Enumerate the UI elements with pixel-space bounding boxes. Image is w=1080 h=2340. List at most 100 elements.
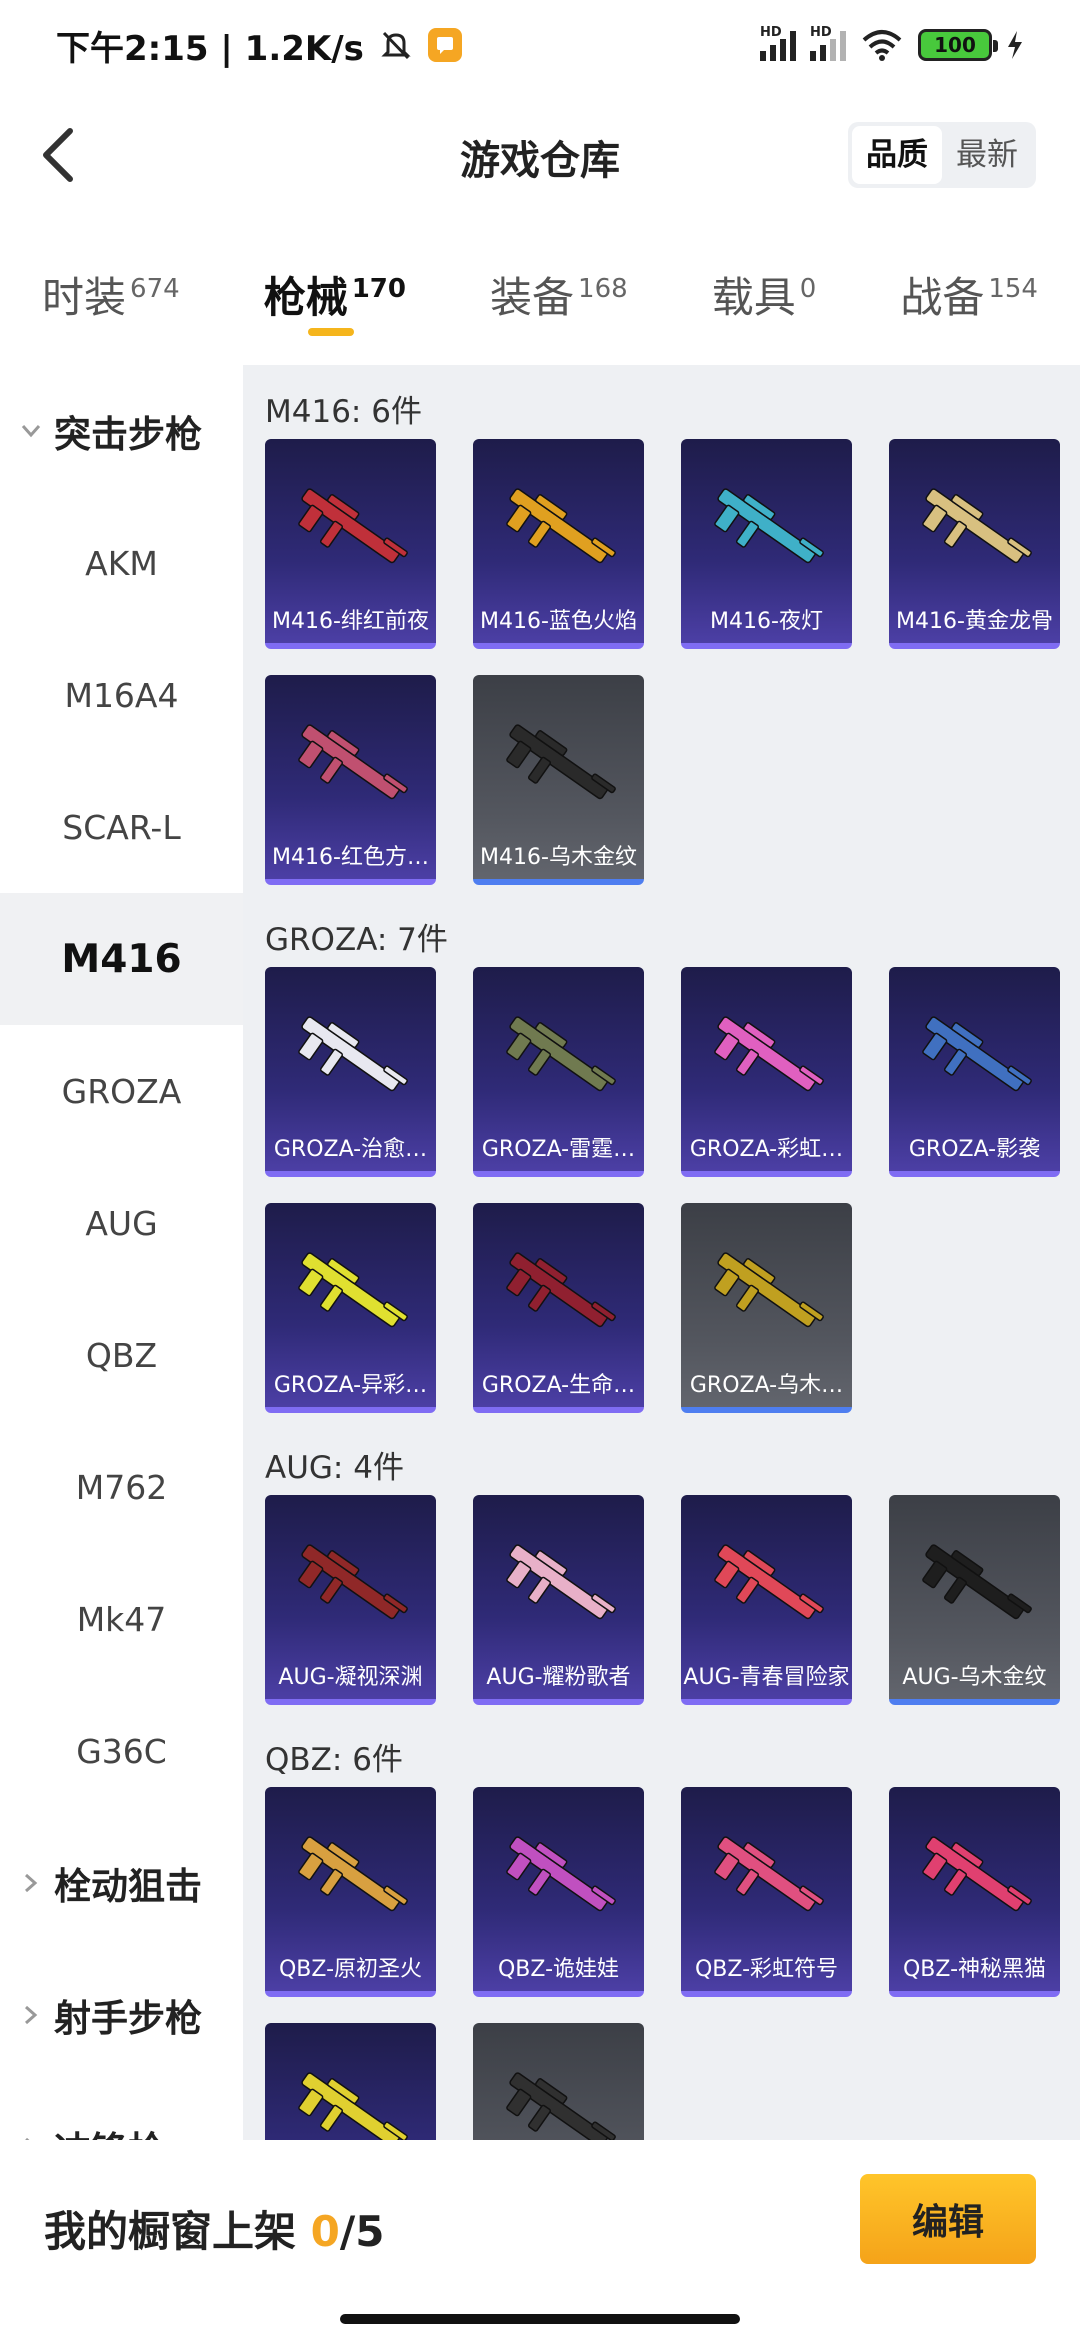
showcase-status: 我的橱窗上架 0/5 xyxy=(44,2198,384,2259)
weapon-skin-card[interactable]: GROZA-乌木… xyxy=(681,1203,852,1413)
weapon-skin-label: QBZ-神秘黑猫 xyxy=(902,1957,1047,1982)
weapon-skin-label: M416-绯红前夜 xyxy=(272,609,429,634)
hd-label: HD xyxy=(760,25,782,40)
weapon-skin-card[interactable]: M416-绯红前夜 xyxy=(265,439,436,649)
weapon-skin-card[interactable]: QBZ-彩虹符号 xyxy=(681,1787,852,1997)
tab-label: 装备 xyxy=(490,273,575,322)
weapon-skin-label: M416-蓝色火焰 xyxy=(480,609,637,634)
edit-button[interactable]: 编辑 xyxy=(860,2174,1036,2264)
sort-newest-button[interactable]: 最新 xyxy=(942,126,1032,184)
tab-fashion[interactable]: 时装 674 xyxy=(42,264,180,325)
weapon-skin-card[interactable] xyxy=(265,2023,436,2140)
weapon-skin-label: AUG-凝视深渊 xyxy=(278,1665,423,1690)
sidebar-group-label: 射手步枪 xyxy=(54,1997,202,2040)
sidebar-group-bolt-snipers[interactable]: 栓动狙击 xyxy=(0,1817,243,1949)
weapon-skin-card[interactable]: M416-乌木金纹 xyxy=(473,675,644,885)
weapon-skin-card[interactable]: GROZA-治愈… xyxy=(265,967,436,1177)
sidebar-item-qbz[interactable]: QBZ xyxy=(0,1289,243,1421)
weapon-skin-label: GROZA-生命… xyxy=(481,1373,636,1398)
weapon-skin-card[interactable]: M416-黄金龙骨 xyxy=(889,439,1060,649)
weapon-skin-image xyxy=(714,1544,824,1620)
sidebar-group-label: 冲锋枪 xyxy=(54,2120,165,2140)
weapon-skin-image xyxy=(922,1836,1032,1912)
weapon-grid: AUG-凝视深渊 AUG-耀粉歌者 AUG-青春冒险家 AUG-乌木金纹 xyxy=(265,1495,1075,1705)
app-header: 游戏仓库 品质 最新 xyxy=(0,90,1080,220)
weapon-skin-card[interactable]: M416-红色方… xyxy=(265,675,436,885)
weapon-skin-image xyxy=(298,724,408,800)
sidebar-item-mk47[interactable]: Mk47 xyxy=(0,1553,243,1685)
weapon-skin-card[interactable]: GROZA-影袭 xyxy=(889,967,1060,1177)
weapon-skin-card[interactable]: AUG-乌木金纹 xyxy=(889,1495,1060,1705)
tab-label: 时装 xyxy=(42,273,127,322)
hd-label: HD xyxy=(810,25,832,40)
weapon-grid-area: M416: 6件 M416-绯红前夜 M416-蓝色火焰 M416-夜灯 M416-黄金… xyxy=(243,365,1080,2140)
tab-supplies[interactable]: 战备 154 xyxy=(900,264,1038,325)
tab-equipment[interactable]: 装备 168 xyxy=(490,264,628,325)
weapon-skin-image xyxy=(922,1544,1032,1620)
weapon-skin-card[interactable]: QBZ-神秘黑猫 xyxy=(889,1787,1060,1997)
section-title: GROZA: 7件 xyxy=(265,922,448,958)
weapon-skin-image xyxy=(298,1836,408,1912)
weapon-skin-image xyxy=(506,1544,616,1620)
weapon-skin-card[interactable]: QBZ-诡娃娃 xyxy=(473,1787,644,1997)
mute-bell-icon xyxy=(378,27,414,63)
sidebar-item-m16a4[interactable]: M16A4 xyxy=(0,629,243,761)
weapon-skin-card[interactable]: GROZA-生命… xyxy=(473,1203,644,1413)
showcase-label: 我的橱窗上架 xyxy=(44,2207,297,2256)
active-tab-indicator xyxy=(307,328,354,336)
weapon-skin-card[interactable]: GROZA-彩虹… xyxy=(681,967,852,1177)
weapon-skin-card[interactable]: AUG-耀粉歌者 xyxy=(473,1495,644,1705)
chevron-right-icon xyxy=(20,2004,42,2026)
weapon-skin-label: GROZA-治愈… xyxy=(273,1137,428,1162)
weapon-skin-label: M416-黄金龙骨 xyxy=(896,609,1053,634)
weapon-skin-card[interactable]: AUG-青春冒险家 xyxy=(681,1495,852,1705)
weapon-skin-image xyxy=(506,724,616,800)
sidebar-item-aug[interactable]: AUG xyxy=(0,1157,243,1289)
weapon-skin-label: GROZA-乌木… xyxy=(689,1373,844,1398)
weapon-skin-card[interactable]: GROZA-雷霆… xyxy=(473,967,644,1177)
weapon-skin-card[interactable] xyxy=(473,2023,644,2140)
weapon-skin-image xyxy=(922,1016,1032,1092)
weapon-skin-image xyxy=(922,488,1032,564)
sidebar-item-scar-l[interactable]: SCAR-L xyxy=(0,761,243,893)
tab-label: 载具 xyxy=(711,273,796,322)
weapon-skin-label: M416-红色方… xyxy=(272,845,429,870)
sidebar-item-groza[interactable]: GROZA xyxy=(0,1025,243,1157)
weapon-skin-image xyxy=(298,1544,408,1620)
sidebar-group-assault-rifles[interactable]: 突击步枪 xyxy=(0,365,243,497)
tab-count: 154 xyxy=(988,274,1038,304)
sidebar-item-m416[interactable]: M416 xyxy=(0,893,243,1025)
tab-guns[interactable]: 枪械 170 xyxy=(263,264,406,336)
weapon-skin-label: AUG-青春冒险家 xyxy=(683,1665,850,1690)
status-icons: HD HD 100 xyxy=(760,25,1024,62)
tab-vehicles[interactable]: 载具 0 xyxy=(712,264,817,325)
sidebar-group-label: 栓动狙击 xyxy=(54,1865,202,1908)
weapon-skin-card[interactable]: M416-夜灯 xyxy=(681,439,852,649)
sort-quality-button[interactable]: 品质 xyxy=(852,126,942,184)
tab-label: 枪械 xyxy=(263,273,348,322)
signal-icon: HD xyxy=(760,25,796,61)
weapon-skin-card[interactable]: QBZ-原初圣火 xyxy=(265,1787,436,1997)
weapon-skin-card[interactable]: M416-蓝色火焰 xyxy=(473,439,644,649)
weapon-skin-label: QBZ-原初圣火 xyxy=(278,1957,423,1982)
weapon-skin-card[interactable]: AUG-凝视深渊 xyxy=(265,1495,436,1705)
sidebar-item-akm[interactable]: AKM xyxy=(0,497,243,629)
section-title: M416: 6件 xyxy=(265,394,422,430)
weapon-skin-image xyxy=(506,1836,616,1912)
weapon-grid: QBZ-原初圣火 QBZ-诡娃娃 QBZ-彩虹符号 QBZ-神秘黑猫 xyxy=(265,1787,1075,2140)
weapon-skin-label: AUG-耀粉歌者 xyxy=(486,1665,631,1690)
showcase-current-count: 0 xyxy=(310,2207,340,2256)
weapon-skin-image xyxy=(298,1016,408,1092)
weapon-skin-label: GROZA-雷霆… xyxy=(481,1137,636,1162)
chevron-right-icon xyxy=(20,1872,42,1894)
status-time: 下午2:15 | 1.2K/s xyxy=(56,28,364,69)
weapon-skin-image xyxy=(506,1252,616,1328)
sidebar-item-g36c[interactable]: G36C xyxy=(0,1685,243,1817)
sidebar-group-marksman-rifles[interactable]: 射手步枪 xyxy=(0,1949,243,2081)
bottom-bar: 我的橱窗上架 0/5 编辑 xyxy=(0,2140,1080,2340)
sidebar-group-smgs[interactable]: 冲锋枪 xyxy=(0,2081,243,2140)
weapon-skin-card[interactable]: GROZA-异彩… xyxy=(265,1203,436,1413)
weapon-skin-image xyxy=(506,488,616,564)
home-indicator[interactable] xyxy=(340,2314,740,2324)
sidebar-item-m762[interactable]: M762 xyxy=(0,1421,243,1553)
